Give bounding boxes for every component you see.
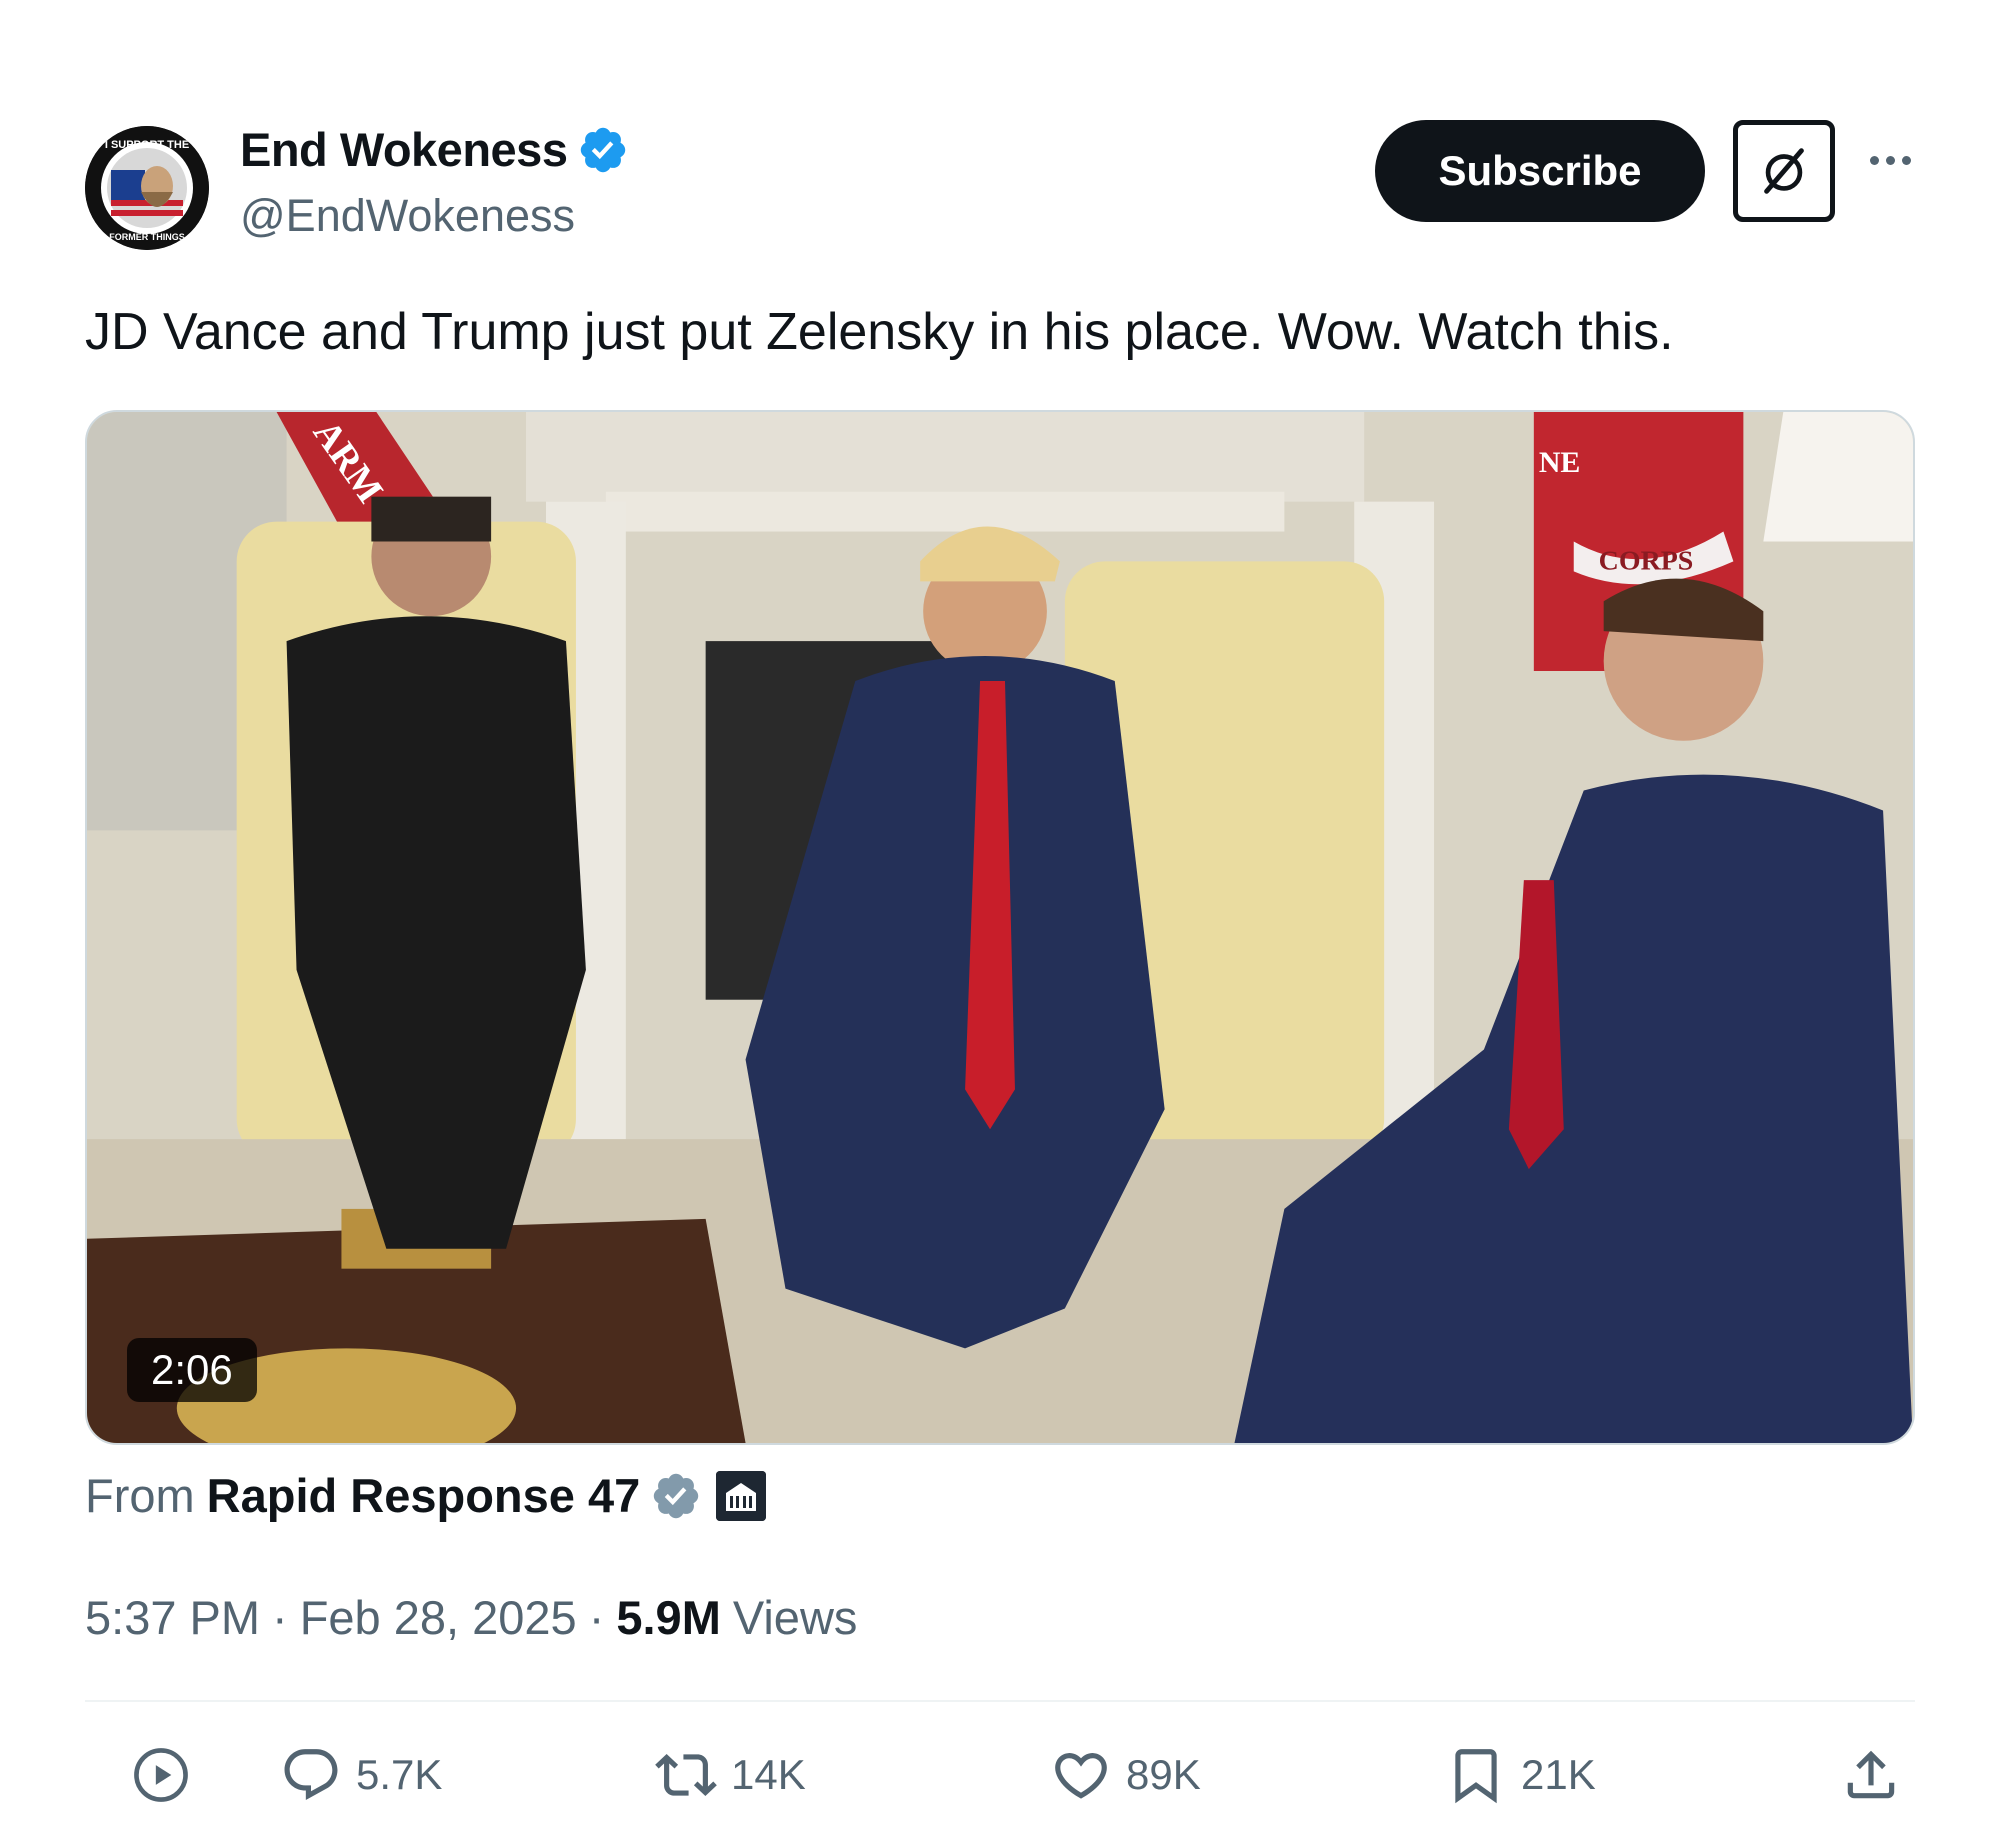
bookmark-button[interactable]: 21K [1445,1735,1596,1815]
play-button[interactable] [130,1735,192,1815]
more-options-icon[interactable] [1860,140,1920,180]
views-count[interactable]: 5.9M [616,1590,721,1645]
action-bar: 5.7K 14K 89K 21K [85,1735,1915,1815]
repost-count: 14K [731,1751,806,1798]
tweet-header: I SUPPORT THE FORMER THINGS End Wokeness… [85,120,1915,250]
video-source-row: From Rapid Response 47 [85,1468,767,1523]
tweet-date[interactable]: Feb 28, 2025 [300,1590,577,1645]
reply-icon [284,1749,338,1801]
play-circle-icon [134,1748,188,1802]
tweet-text: JD Vance and Trump just put Zelensky in … [85,303,1674,361]
repost-button[interactable]: 14K [655,1735,806,1815]
subscribe-button[interactable]: Subscribe [1375,120,1705,222]
video-thumbnail: ARM NE CORPS [87,412,1913,1443]
verified-badge-icon[interactable] [577,124,629,176]
like-count: 89K [1126,1751,1201,1798]
tweet-meta: 5:37 PM · Feb 28, 2025 · 5.9M Views [85,1590,857,1645]
share-icon [1847,1750,1895,1799]
author-name-row: End Wokeness [240,122,629,177]
reply-button[interactable]: 5.7K [280,1735,442,1815]
more-dot [1885,155,1895,165]
meta-separator: · [588,1591,605,1644]
bookmark-count: 21K [1521,1751,1596,1798]
video-duration: 2:06 [127,1338,257,1402]
white-house-affiliate-icon[interactable] [716,1470,767,1521]
grok-button[interactable] [1733,120,1835,222]
share-button[interactable] [1840,1735,1902,1815]
video-player[interactable]: ARM NE CORPS 2:06 [85,410,1915,1445]
government-verified-badge-icon[interactable] [650,1470,702,1522]
tweet-time[interactable]: 5:37 PM [85,1590,260,1645]
meta-separator: · [272,1591,288,1644]
avatar-logo-icon: I SUPPORT THE FORMER THINGS [85,126,209,250]
avatar-text-top: I SUPPORT THE [105,139,189,151]
heart-icon [1055,1753,1107,1799]
author-handle[interactable]: @EndWokeness [240,190,575,242]
flag-right-text-banner: CORPS [1599,545,1694,576]
source-account-name[interactable]: Rapid Response 47 [207,1468,641,1523]
avatar-text-bottom: FORMER THINGS [109,232,185,242]
divider [85,1700,1915,1702]
from-label: From [85,1469,195,1522]
like-button[interactable]: 89K [1050,1735,1201,1815]
repost-icon [655,1754,717,1796]
reply-count: 5.7K [356,1751,443,1798]
author-avatar[interactable]: I SUPPORT THE FORMER THINGS [85,126,209,250]
views-label: Views [732,1591,858,1644]
author-display-name[interactable]: End Wokeness [240,122,568,177]
more-dot [1901,155,1911,165]
flag-right-text-top: NE [1539,446,1581,479]
bookmark-icon [1455,1749,1497,1804]
grok-icon [1764,148,1804,194]
more-dot [1869,155,1879,165]
